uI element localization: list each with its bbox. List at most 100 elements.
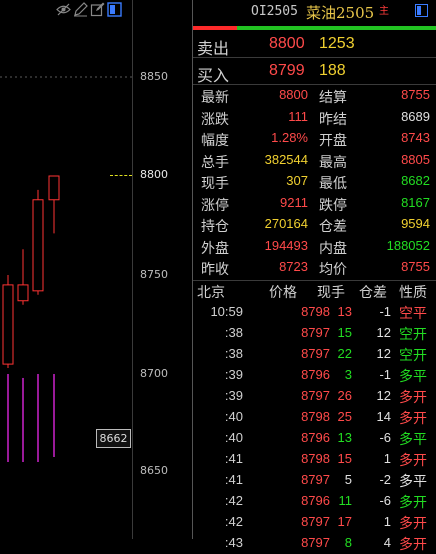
stat-row: 涨跌 111 昨结 8689 bbox=[193, 108, 436, 128]
candlestick-plot bbox=[0, 76, 132, 462]
candle-body bbox=[48, 175, 60, 201]
candle-body bbox=[2, 284, 14, 365]
stat-row: 涨停 9211 跌停 8167 bbox=[193, 194, 436, 214]
tick-price: 8797 bbox=[301, 514, 330, 529]
tick-nature: 多开 bbox=[399, 390, 427, 406]
tick-time: :43 bbox=[224, 535, 243, 550]
stat-value: 8689 bbox=[401, 108, 430, 124]
window-icon[interactable] bbox=[415, 4, 428, 17]
tick-row: :43 8797 8 4 多开 bbox=[193, 533, 436, 554]
stat-value: 111 bbox=[288, 108, 308, 124]
stat-row: 外盘 194493 内盘 188052 bbox=[193, 237, 436, 257]
tick-time: :40 bbox=[224, 430, 243, 445]
price-label-8750: 8750 bbox=[140, 268, 168, 281]
tick-price: 8797 bbox=[301, 346, 330, 361]
ask-label: 卖出 bbox=[197, 39, 230, 58]
stat-value: 8800 bbox=[279, 87, 308, 102]
tick-price: 8797 bbox=[301, 472, 330, 487]
tick-time: :39 bbox=[224, 388, 243, 403]
tick-row: :42 8796 11 -6 多开 bbox=[193, 491, 436, 512]
stat-value: 382544 bbox=[264, 151, 308, 167]
ticks-header-qty: 现手 bbox=[317, 285, 345, 301]
tick-oi-change: -1 bbox=[379, 304, 391, 319]
tick-time: :41 bbox=[224, 451, 243, 466]
tick-nature: 多平 bbox=[399, 432, 427, 448]
tick-row: :38 8797 22 12 空开 bbox=[193, 344, 436, 365]
tick-nature: 多平 bbox=[399, 369, 427, 385]
sentiment-bar-buy bbox=[237, 26, 436, 30]
price-label-8850: 8850 bbox=[140, 70, 168, 83]
stat-label: 涨跌 bbox=[201, 111, 229, 128]
tick-time: :42 bbox=[224, 493, 243, 508]
ticks-header-price: 价格 bbox=[269, 285, 297, 301]
stat-value: 9594 bbox=[401, 216, 430, 231]
bid-row[interactable]: 买入 8799 188 bbox=[193, 59, 436, 85]
tick-price: 8797 bbox=[301, 535, 330, 550]
stat-label: 昨结 bbox=[319, 111, 347, 128]
tick-row: :40 8798 25 14 多开 bbox=[193, 407, 436, 428]
stat-value: 8167 bbox=[401, 194, 430, 210]
price-axis-divider bbox=[132, 0, 133, 539]
tick-row: :39 8796 3 -1 多平 bbox=[193, 365, 436, 386]
ticks-header-time: 北京 bbox=[197, 285, 225, 301]
tick-oi-change: 1 bbox=[383, 514, 391, 529]
stat-label: 现手 bbox=[201, 176, 229, 192]
ask-volume: 1253 bbox=[319, 35, 355, 52]
tick-qty: 22 bbox=[337, 346, 352, 361]
candle-body bbox=[17, 284, 29, 302]
candle-body bbox=[32, 199, 44, 292]
instrument-name: 菜油2505 bbox=[306, 4, 375, 22]
stat-label: 幅度 bbox=[201, 133, 229, 149]
ask-row[interactable]: 卖出 8800 1253 bbox=[193, 32, 436, 58]
stat-label: 跌停 bbox=[319, 197, 347, 214]
tick-price: 8796 bbox=[301, 430, 330, 445]
tick-price: 8797 bbox=[301, 325, 330, 340]
tick-time: :39 bbox=[224, 367, 243, 382]
tick-price: 8798 bbox=[301, 304, 330, 319]
tick-qty: 8 bbox=[344, 535, 352, 550]
tick-price: 8798 bbox=[301, 409, 330, 424]
stat-label: 结算 bbox=[319, 90, 347, 106]
sentiment-bar-sell bbox=[193, 26, 237, 30]
stat-row: 持仓 270164 仓差 9594 bbox=[193, 215, 436, 235]
last-price-line bbox=[110, 175, 132, 176]
tick-oi-change: -2 bbox=[379, 472, 391, 487]
tick-qty: 26 bbox=[337, 388, 352, 403]
tick-nature: 多开 bbox=[399, 516, 427, 532]
main-contract-badge: 主 bbox=[379, 6, 389, 17]
crosshair-price-tag: 8662 bbox=[96, 429, 131, 448]
tick-oi-change: -6 bbox=[379, 493, 391, 508]
stat-value: 8682 bbox=[401, 173, 430, 188]
tick-oi-change: 14 bbox=[376, 409, 391, 424]
kline-chart[interactable]: 8850 8800 8750 8700 8650 8662 bbox=[0, 0, 193, 539]
tick-qty: 5 bbox=[344, 472, 352, 487]
stat-row: 幅度 1.28% 开盘 8743 bbox=[193, 129, 436, 149]
tick-oi-change: 12 bbox=[376, 325, 391, 340]
tick-qty: 13 bbox=[337, 304, 352, 319]
tick-row: :40 8796 13 -6 多平 bbox=[193, 428, 436, 449]
stat-label: 最低 bbox=[319, 176, 347, 192]
tick-qty: 13 bbox=[337, 430, 352, 445]
bid-price: 8799 bbox=[269, 62, 305, 79]
tick-qty: 3 bbox=[344, 367, 352, 382]
stat-row: 昨收 8723 均价 8755 bbox=[193, 258, 436, 278]
tick-oi-change: -1 bbox=[379, 367, 391, 382]
tick-row: :39 8797 26 12 多开 bbox=[193, 386, 436, 407]
tick-time: :40 bbox=[224, 409, 243, 424]
stat-label: 涨停 bbox=[201, 197, 229, 214]
stat-value: 8805 bbox=[401, 151, 430, 167]
stat-label: 外盘 bbox=[201, 240, 229, 257]
bid-volume: 188 bbox=[319, 62, 346, 79]
tick-row: :42 8797 17 1 多开 bbox=[193, 512, 436, 533]
tick-price: 8796 bbox=[301, 367, 330, 382]
ticks-header-oi: 仓差 bbox=[359, 285, 387, 301]
divider bbox=[193, 280, 436, 281]
tick-time: :38 bbox=[224, 346, 243, 361]
tick-time: :42 bbox=[224, 514, 243, 529]
bid-label: 买入 bbox=[197, 66, 230, 85]
stat-label: 昨收 bbox=[201, 262, 229, 278]
ticks-header-nature: 性质 bbox=[399, 285, 427, 301]
stat-value: 8743 bbox=[401, 130, 430, 145]
stat-value: 188052 bbox=[386, 237, 430, 253]
instrument-code: OI2505 bbox=[251, 4, 298, 19]
